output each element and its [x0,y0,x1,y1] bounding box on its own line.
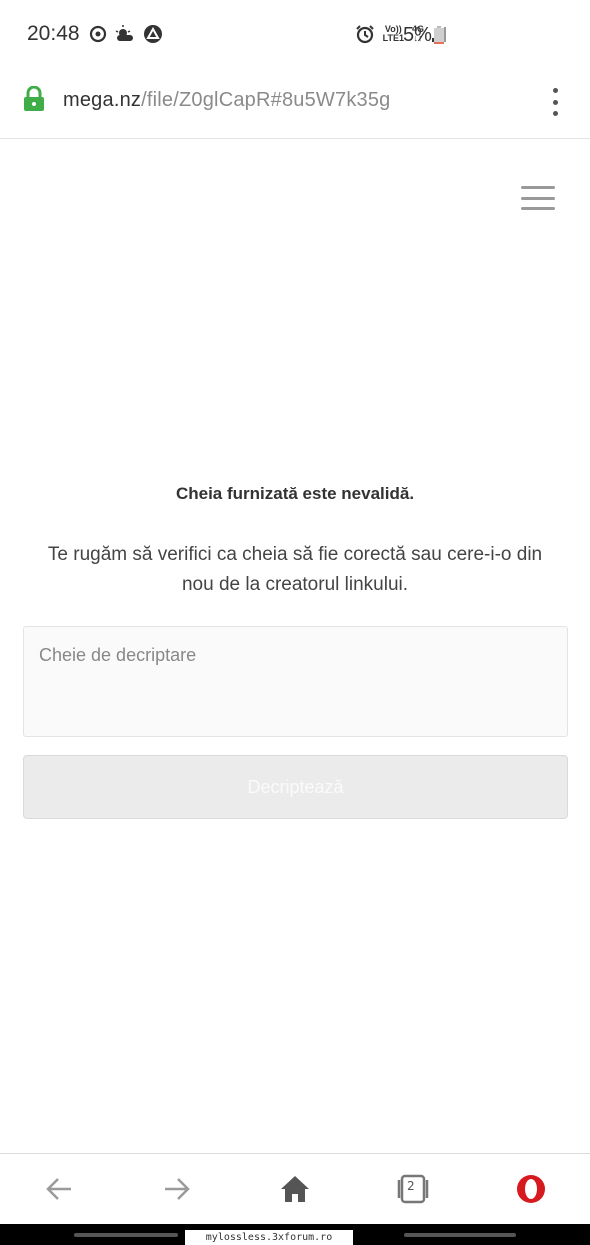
battery-icon [434,26,444,44]
lock-icon [24,86,44,111]
url-host: mega.nz [63,89,142,111]
notification-icons [89,24,163,44]
status-bar: 20:48 Vo)) LTE1 4G ↓↑ 5% [0,0,590,72]
forward-icon [165,1178,190,1200]
bottom-navigation: 2 [0,1153,590,1225]
forward-button[interactable] [152,1166,202,1212]
battery-percent: 5% [403,24,432,46]
volte-indicator: Vo)) LTE1 [382,24,404,43]
clock: 20:48 [27,22,80,45]
opera-menu-button[interactable] [506,1166,556,1212]
opera-icon [517,1175,545,1203]
app-icon [144,25,162,43]
url-text[interactable]: mega.nz/file/Z0glCapR#8u5W7k35g [63,89,391,112]
watermark: mylossless.3xforum.ro [185,1230,353,1245]
home-icon [281,1176,309,1202]
url-path: /file/Z0glCapR#8u5W7k35g [141,89,391,111]
sync-icon [89,25,107,43]
decrypt-button[interactable]: Decriptează [23,755,568,819]
back-button[interactable] [34,1166,84,1212]
tab-count: 2 [407,1179,415,1193]
error-message: Te rugăm să verifici ca cheia să fie cor… [47,544,543,595]
weather-icon [115,25,133,41]
menu-icon[interactable] [521,186,555,210]
address-bar[interactable]: mega.nz/file/Z0glCapR#8u5W7k35g [0,72,590,139]
decryption-key-input[interactable] [23,626,568,737]
gesture-pill [74,1233,178,1237]
tabs-button[interactable]: 2 [388,1166,438,1212]
more-options-icon[interactable] [549,88,561,116]
error-title: Cheia furnizată este nevalidă. [175,484,415,503]
home-button[interactable] [270,1166,320,1212]
gesture-pill [404,1233,516,1237]
alarm-icon [355,25,374,44]
back-icon [46,1178,71,1200]
